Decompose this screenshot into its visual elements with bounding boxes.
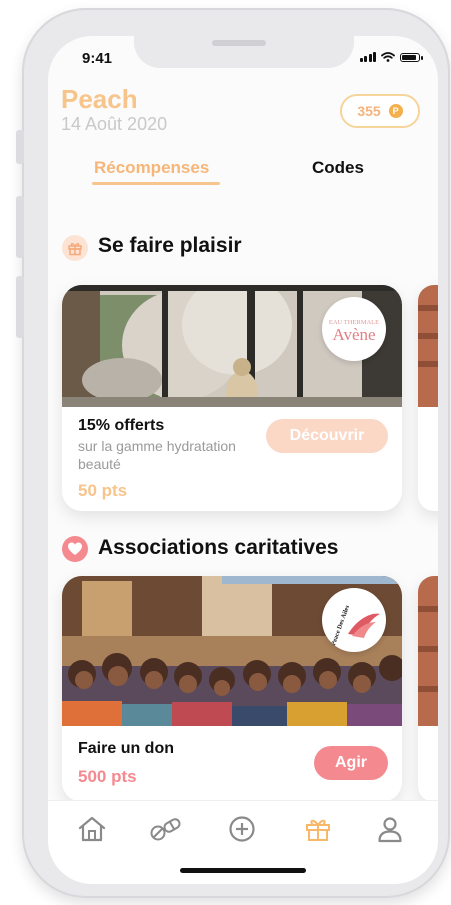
discover-button[interactable]: Découvrir [266,419,388,453]
wifi-icon [381,52,395,62]
speaker [212,40,266,46]
section-title-treat: Se faire plaisir [98,234,242,257]
next-reward-card-peek[interactable] [418,285,438,511]
reward-card-avene[interactable]: EAU THERMALE Avène 15% offerts sur la ga… [62,285,402,511]
charity-logo: Peace Des Ailes [322,588,386,652]
svg-text:Avène: Avène [332,325,375,344]
charity-card[interactable]: Peace Des Ailes Faire un don 500 pts Agi… [62,576,402,802]
home-icon[interactable] [76,813,108,845]
app-screen: 9:41 Peach 14 Août 2020 355 P Récompense… [48,36,438,884]
status-icons [359,52,423,62]
charity-title: Faire un don [78,740,174,757]
next-charity-card-peek[interactable] [418,576,438,802]
profile-icon[interactable] [374,813,406,845]
notch [134,36,354,68]
coin-icon: P [388,104,403,118]
card-photo-window: EAU THERMALE Avène [62,285,402,407]
offer-points: 50 pts [78,481,128,500]
avene-brand-logo: EAU THERMALE Avène [322,297,386,361]
heart-icon [62,536,88,562]
points-balance[interactable]: 355 P [340,94,420,128]
section-title-charities: Associations caritatives [98,536,339,559]
home-indicator [180,868,306,873]
mute-switch [16,130,24,164]
gift-icon [62,235,88,261]
gift-icon[interactable] [302,813,334,845]
user-name: Peach [61,84,138,114]
volume-up-button [16,196,24,258]
cellular-signal-icon [359,52,376,62]
status-time: 9:41 [82,50,113,67]
card-photo-children: Peace Des Ailes [62,576,402,726]
points-value: 355 [357,103,381,119]
pills-icon[interactable] [150,813,182,845]
current-date: 14 Août 2020 [61,114,168,134]
plus-circle-icon[interactable] [226,813,258,845]
battery-icon [400,52,423,62]
active-tab-indicator [92,182,220,185]
tab-codes[interactable]: Codes [312,158,364,178]
act-button[interactable]: Agir [314,746,388,780]
volume-down-button [16,276,24,338]
offer-subtitle: sur la gamme hydratation beauté [78,438,236,472]
offer-title: 15% offerts [78,417,165,434]
svg-text:Peace Des Ailes: Peace Des Ailes [330,604,351,647]
tab-rewards[interactable]: Récompenses [94,158,209,178]
charity-points: 500 pts [78,767,137,786]
